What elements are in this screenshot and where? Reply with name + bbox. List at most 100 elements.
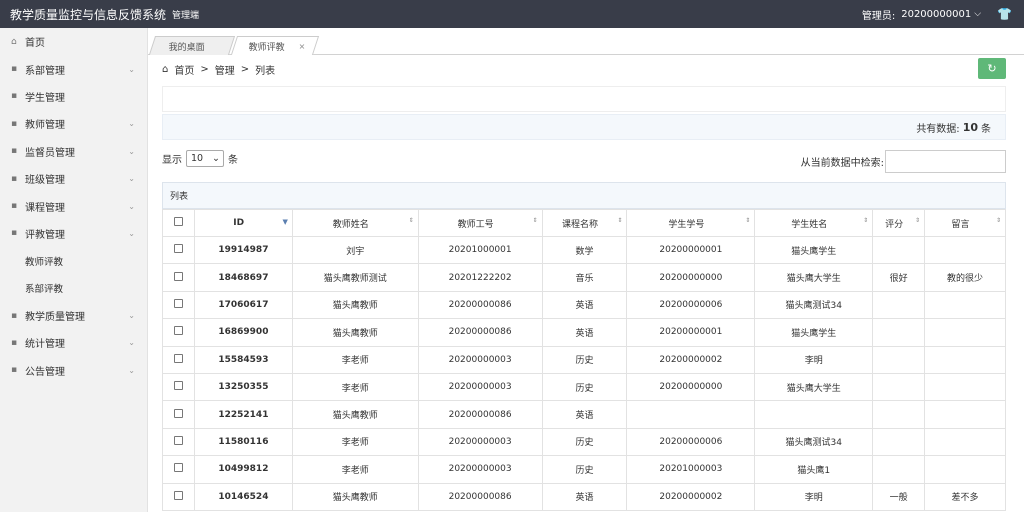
row-checkbox[interactable] [173, 244, 183, 254]
sort-icon[interactable]: ⇕ [533, 217, 538, 224]
sidebar-item-label: 统计管理 [25, 339, 65, 351]
header-select-all[interactable] [162, 209, 195, 237]
admin-label: 管理员: [861, 10, 896, 22]
page-length-select[interactable]: 10 ⌄ [186, 150, 224, 167]
row-checkbox[interactable] [173, 435, 183, 445]
sidebar-item[interactable]: ▪ 课程管理 ⌄ [0, 192, 147, 219]
table-cell: 20200000003 [417, 455, 543, 484]
sidebar-item[interactable]: ▪ 学生管理 [0, 83, 147, 110]
admin-id[interactable]: 20200000001 [901, 9, 971, 20]
sidebar-item[interactable]: ▪ 教学质量管理 ⌄ [0, 302, 147, 329]
row-checkbox[interactable] [173, 381, 183, 391]
table-cell: 20200000002 [626, 345, 756, 374]
tab-my-desktop[interactable]: 我的桌面 [148, 36, 236, 55]
column-header-label: 教师工号 [457, 219, 494, 230]
column-header-score[interactable]: 评分 ⇕ [872, 209, 926, 237]
breadcrumb-home[interactable]: 首页 [174, 62, 194, 77]
sort-icon[interactable]: ⇕ [745, 217, 750, 224]
row-select-cell[interactable] [162, 400, 195, 429]
sidebar-item[interactable]: 教师评教 [0, 247, 147, 274]
column-header-course[interactable]: 课程名称 ⇕ [541, 209, 628, 237]
column-header-id[interactable]: ID ▼ [193, 209, 293, 237]
table-cell: 15584593 [193, 345, 293, 374]
table-cell: 猫头鹰学生 [754, 235, 874, 265]
sidebar-item[interactable]: ⌂ 首页 [0, 28, 147, 55]
row-select-cell[interactable] [162, 455, 195, 484]
sort-icon[interactable]: ⇕ [617, 217, 622, 224]
breadcrumb-manage[interactable]: 管理 [215, 62, 235, 77]
close-icon[interactable]: × [299, 42, 306, 51]
sort-icon[interactable]: ⇕ [409, 217, 414, 224]
sidebar-item[interactable]: 系部评教 [0, 275, 147, 302]
row-checkbox[interactable] [173, 298, 183, 308]
row-select-cell[interactable] [162, 427, 195, 457]
sidebar-item[interactable]: ▪ 监督员管理 ⌄ [0, 138, 147, 165]
row-select-cell[interactable] [162, 345, 195, 374]
admin-menu[interactable]: 管理员: 20200000001 ⌵ 👕 [862, 7, 1024, 22]
row-select-cell[interactable] [162, 290, 195, 320]
column-header-student-id[interactable]: 学生学号 ⇕ [626, 209, 756, 237]
table-row[interactable]: 13250355 李老师 20200000003 历史 20200000000 猫头鹰大学… [162, 372, 1006, 402]
row-checkbox[interactable] [173, 490, 183, 500]
table-row[interactable]: 19914987 刘宇 20201000001 数学 20200000001 猫头鹰学生 [162, 235, 1006, 265]
row-select-cell[interactable] [162, 263, 195, 292]
row-select-cell[interactable] [162, 482, 195, 511]
row-checkbox[interactable] [173, 353, 183, 363]
sidebar-item[interactable]: ▪ 公告管理 ⌄ [0, 357, 147, 384]
table-row[interactable]: 11580116 李老师 20200000003 历史 20200000006 猫头鹰测试… [162, 427, 1006, 457]
chevron-down-icon[interactable]: ⌵ [974, 9, 981, 19]
table-cell: 18468697 [193, 263, 293, 292]
table-row[interactable]: 16869900 猫头鹰教师 20200000086 英语 20200000001 猫头鹰… [162, 318, 1006, 347]
tab-teacher-eval[interactable]: 教师评教 × [230, 36, 320, 55]
table-row[interactable]: 15584593 李老师 20200000003 历史 20200000002 李明 [162, 345, 1006, 374]
column-header-label: 学生姓名 [791, 219, 828, 230]
row-checkbox[interactable] [173, 326, 183, 336]
row-select-cell[interactable] [162, 235, 195, 265]
breadcrumb-separator: > [200, 64, 209, 75]
table-cell: 数学 [541, 235, 628, 265]
sidebar-item[interactable]: ▪ 统计管理 ⌄ [0, 329, 147, 356]
table-row[interactable]: 10146524 猫头鹰教师 20200000086 英语 20200000002 李明一… [162, 482, 1006, 511]
column-header-student-name[interactable]: 学生姓名 ⇕ [754, 209, 874, 237]
table-cell: 猫头鹰教师 [291, 290, 419, 320]
length-unit: 条 [228, 155, 238, 166]
chevron-down-icon: ⌄ [128, 64, 135, 74]
table-cell: 英语 [541, 400, 628, 429]
table-cell [924, 290, 1006, 320]
table-row[interactable]: 10499812 李老师 20200000003 历史 20201000003 猫头鹰1 [162, 455, 1006, 484]
table-cell [872, 427, 926, 457]
notice-icon: ▪ [11, 365, 18, 376]
column-header-teacher-name[interactable]: 教师姓名 ⇕ [291, 209, 419, 237]
search-input[interactable] [885, 150, 1006, 173]
sort-desc-icon[interactable]: ▼ [282, 218, 287, 226]
column-header-comment[interactable]: 留言 ⇕ [924, 209, 1006, 237]
row-checkbox[interactable] [173, 271, 183, 281]
row-select-cell[interactable] [162, 318, 195, 347]
count-suffix: 条 [981, 123, 991, 135]
table-cell: 猫头鹰1 [754, 455, 874, 484]
sidebar-item-label: 学生管理 [25, 92, 65, 104]
table-cell [924, 345, 1006, 374]
table-cell: 20201000003 [626, 455, 756, 484]
table-row[interactable]: 17060617 猫头鹰教师 20200000086 英语 20200000006 猫头鹰… [162, 290, 1006, 320]
row-checkbox[interactable] [173, 463, 183, 473]
select-all-checkbox[interactable] [173, 217, 183, 226]
column-header-teacher-id[interactable]: 教师工号 ⇕ [417, 209, 543, 237]
row-select-cell[interactable] [162, 372, 195, 402]
sort-icon[interactable]: ⇕ [996, 217, 1001, 224]
table-cell: 20200000002 [626, 482, 756, 511]
sidebar-item[interactable]: ▪ 教师管理 ⌄ [0, 110, 147, 137]
sidebar-item[interactable]: ▪ 评教管理 ⌄ [0, 220, 147, 247]
sidebar-item[interactable]: ▪ 系部管理 ⌄ [0, 55, 147, 82]
sort-icon[interactable]: ⇕ [915, 217, 920, 224]
sort-icon[interactable]: ⇕ [863, 217, 868, 224]
chevron-down-icon: ⌄ [128, 146, 135, 156]
table-row[interactable]: 18468697 猫头鹰教师测试 20201222202 音乐 20200000000 猫… [162, 263, 1006, 292]
skin-icon[interactable]: 👕 [997, 7, 1012, 21]
row-checkbox[interactable] [173, 408, 183, 418]
table-cell: 差不多 [924, 482, 1006, 511]
refresh-button[interactable]: ↻ [978, 58, 1006, 79]
table-cell: 李老师 [291, 372, 419, 402]
table-row[interactable]: 12252141 猫头鹰教师 20200000086 英语 [162, 400, 1006, 429]
sidebar-item[interactable]: ▪ 班级管理 ⌄ [0, 165, 147, 192]
